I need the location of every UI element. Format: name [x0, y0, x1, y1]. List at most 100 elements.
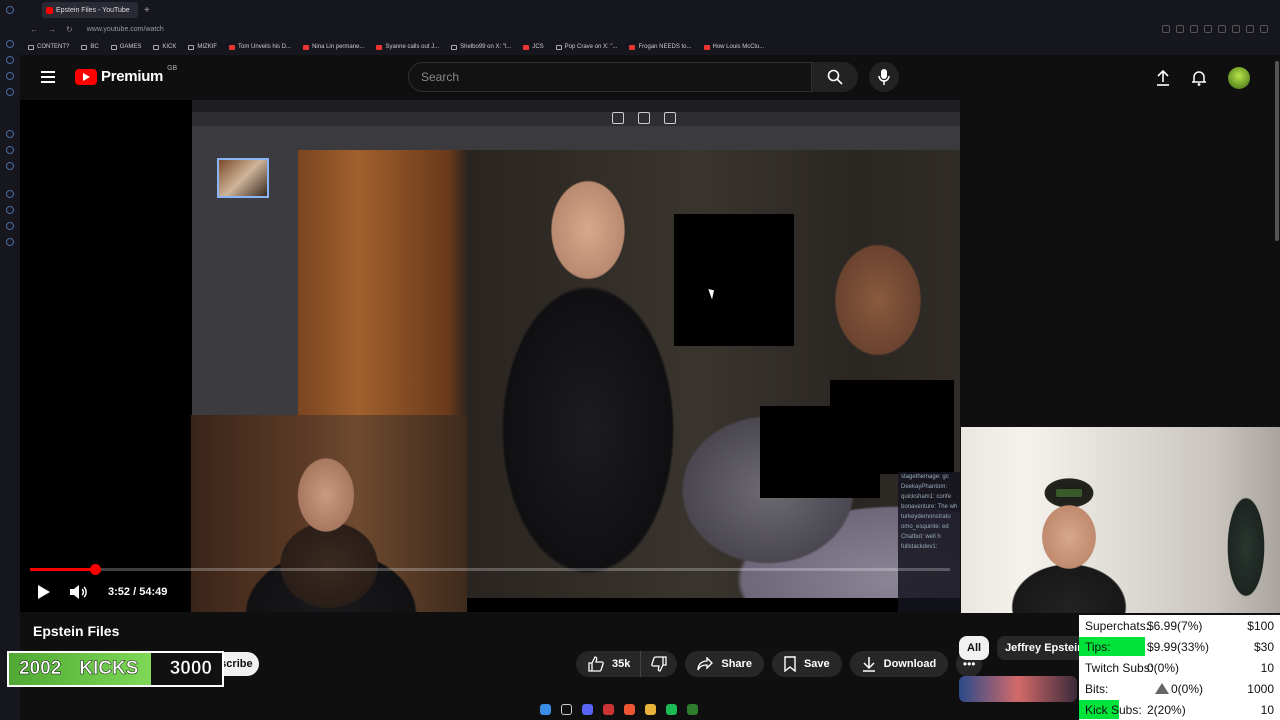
extension-icon[interactable] [1232, 25, 1240, 33]
extension-icon[interactable] [1190, 25, 1198, 33]
chip-jeffrey-epstein[interactable]: Jeffrey Epstein [997, 636, 1092, 660]
search-input[interactable]: Search [408, 62, 812, 92]
miniplayer-icon[interactable] [612, 112, 624, 124]
bookmark-folder[interactable]: BC [81, 44, 99, 50]
bookmark-link[interactable]: Tom Unveils his D... [229, 44, 291, 50]
player-overlay-buttons [612, 112, 676, 124]
sidebar-icon[interactable] [6, 40, 14, 48]
dislike-button[interactable] [640, 651, 678, 677]
recommendation-chips: All Jeffrey Epstein [959, 636, 1092, 660]
page-scrollbar[interactable] [1274, 55, 1280, 615]
cap-logo [1056, 489, 1082, 497]
upload-icon[interactable] [1156, 70, 1170, 86]
reload-icon[interactable]: ↻ [66, 25, 73, 34]
progress-scrubber[interactable] [89, 564, 101, 575]
scrollbar-thumb[interactable] [1275, 61, 1279, 241]
chip-all[interactable]: All [959, 636, 990, 660]
zoom-icon[interactable] [1162, 25, 1170, 33]
play-icon[interactable] [38, 585, 50, 599]
video-progress-bar[interactable] [30, 564, 950, 575]
video-actions: 35k Share Save Download ••• [576, 651, 983, 677]
folder-icon[interactable] [645, 703, 656, 715]
sidebar-icon[interactable] [6, 56, 14, 64]
extension-icon[interactable] [1176, 25, 1184, 33]
sidebar-icon[interactable] [6, 130, 14, 138]
chat-line: fullstackdev1: [901, 544, 938, 550]
browser-tab-active[interactable]: Epstein Files - YouTube [42, 2, 138, 18]
folder-icon [28, 44, 34, 50]
bookmark-link[interactable]: Syanne calls out J... [376, 44, 439, 50]
share-button[interactable]: Share [685, 651, 764, 677]
search-button[interactable] [812, 62, 858, 92]
extension-icon[interactable] [1260, 25, 1268, 33]
stat-goal: 10 [1260, 660, 1274, 675]
exit-icon[interactable] [638, 112, 650, 124]
bookmark-link[interactable]: Nina Lin permane... [303, 44, 364, 50]
sidebar-icon[interactable] [6, 72, 14, 80]
skip-next-icon[interactable] [664, 112, 676, 124]
stat-row: Bits: 0(0%) 1000 [1079, 678, 1280, 699]
sidebar-icon[interactable] [6, 222, 14, 230]
volume-icon[interactable] [70, 585, 88, 599]
sidebar-icon[interactable] [6, 206, 14, 214]
time-display: 3:52 / 54:49 [108, 586, 168, 598]
sidebar-icon[interactable] [6, 88, 14, 96]
url-field[interactable]: www.youtube.com/watch [87, 26, 164, 33]
xbox-icon[interactable] [687, 703, 698, 715]
x-favicon-icon [451, 44, 458, 50]
menu-icon[interactable] [41, 71, 55, 83]
video-pdf-sidebar [192, 150, 298, 416]
bookmark-folder[interactable]: GAMES [110, 44, 141, 50]
windows-start-icon[interactable] [540, 703, 551, 715]
settings-icon[interactable] [6, 238, 14, 246]
opera-icon[interactable] [603, 703, 614, 715]
bell-icon[interactable] [1192, 70, 1206, 86]
bookmark-link[interactable]: How Louis McClu... [703, 44, 764, 50]
download-button[interactable]: Download [849, 651, 949, 677]
video-pdf-viewer-chrome [192, 100, 960, 150]
stat-value: 0(0%) [1171, 681, 1204, 696]
like-button[interactable]: 35k [576, 651, 641, 677]
chat-line: stagethemage: gc [901, 474, 949, 480]
stat-label: Tips: [1085, 639, 1111, 654]
bookmark-link[interactable]: JCS [523, 44, 544, 50]
voice-search-button[interactable] [869, 62, 899, 92]
tab-title: Epstein Files - YouTube [56, 6, 130, 14]
save-button[interactable]: Save [771, 651, 842, 677]
bookmark-folder[interactable]: CONTENT? [28, 44, 69, 50]
stat-goal: $100 [1247, 618, 1274, 633]
share-icon [697, 657, 714, 671]
browser-logo-icon[interactable] [6, 6, 14, 14]
messenger-icon[interactable] [6, 146, 14, 154]
folder-icon [110, 44, 117, 50]
bookmark-link[interactable]: Shelbo99 on X: "l... [451, 44, 511, 50]
bookmark-folder[interactable]: KICK [153, 44, 176, 50]
back-icon[interactable]: ← [30, 25, 38, 34]
chat-line: turkeydemonstrato [901, 514, 951, 520]
bookmark-folder[interactable]: MIZKIF [188, 44, 217, 50]
extension-icon[interactable] [1246, 25, 1254, 33]
streamer-webcam [191, 415, 467, 612]
search-icon[interactable] [561, 703, 572, 715]
sidebar-icon[interactable] [6, 190, 14, 198]
youtube-premium-logo[interactable]: Premium GB [75, 65, 177, 85]
spotify-icon[interactable] [666, 703, 677, 715]
new-tab-icon[interactable]: + [144, 5, 150, 16]
instagram-icon[interactable] [6, 162, 14, 170]
account-avatar[interactable] [1228, 67, 1250, 89]
discord-icon[interactable] [582, 703, 593, 715]
recommended-video-thumbnail[interactable] [959, 676, 1077, 702]
stat-label: Bits: [1085, 681, 1109, 696]
extension-icon[interactable] [1204, 25, 1212, 33]
forward-icon[interactable]: → [48, 25, 56, 34]
stat-row: Kick Subs: 2(20%) 10 [1079, 699, 1280, 720]
browser-toolbar [1162, 25, 1268, 33]
bookmark-link[interactable]: Frogan NEEDS to... [629, 44, 692, 50]
video-player[interactable]: stagethemage: gc DeekayPhantom: quicksha… [20, 100, 960, 612]
chat-line: bonaventure: The wh [901, 504, 958, 510]
extension-icon[interactable] [1218, 25, 1226, 33]
chrome-icon[interactable] [624, 703, 635, 715]
bookmark-link[interactable]: Pop Crave on X: "... [555, 44, 617, 50]
stat-value: 0(0%) [1147, 660, 1180, 675]
kicks-label: KICKS [79, 658, 139, 680]
